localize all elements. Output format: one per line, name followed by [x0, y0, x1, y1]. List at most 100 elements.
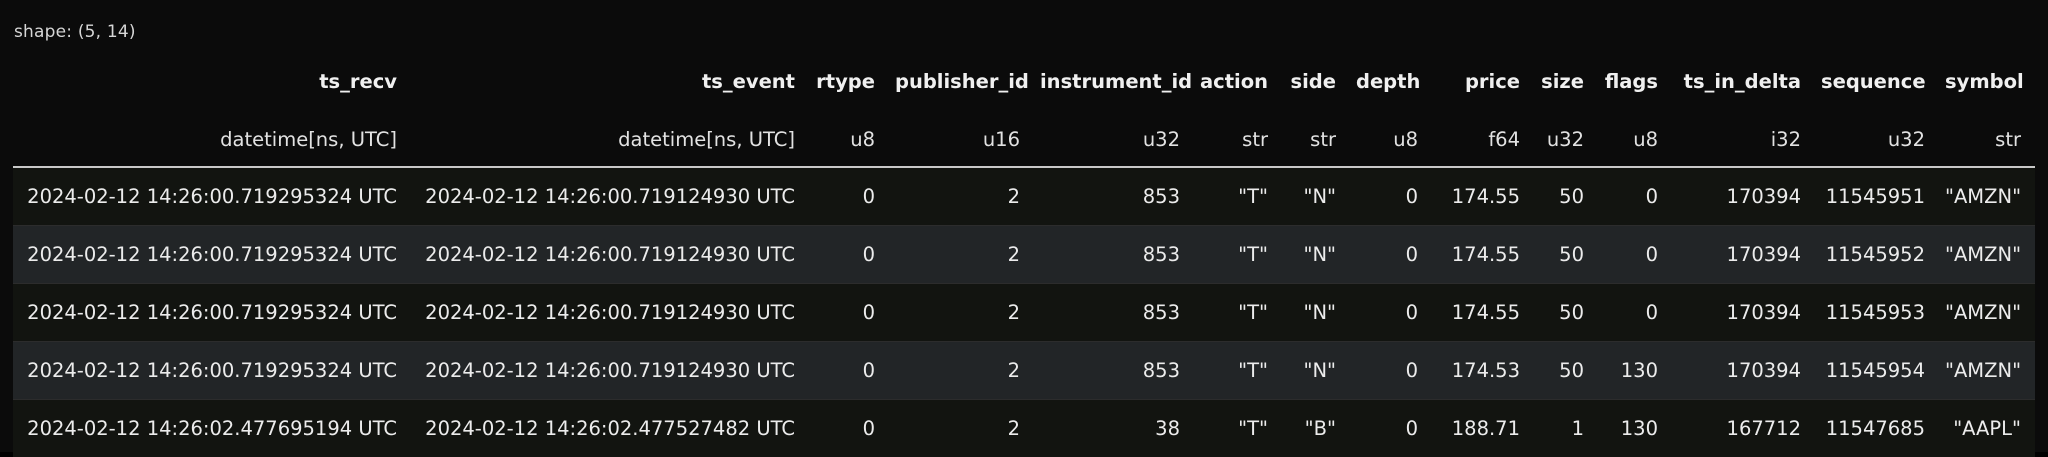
- column-dtype-flags: u8: [1598, 112, 1672, 167]
- cell-side: "N": [1282, 226, 1350, 284]
- cell-depth: 0: [1350, 284, 1432, 342]
- cell-ts-event: 2024-02-12 14:26:00.719124930 UTC: [411, 167, 809, 226]
- cell-side: "N": [1282, 167, 1350, 226]
- cell-ts-event: 2024-02-12 14:26:00.719124930 UTC: [411, 226, 809, 284]
- column-dtype-publisher-id: u16: [889, 112, 1034, 167]
- cell-ts-recv: 2024-02-12 14:26:00.719295324 UTC: [13, 342, 411, 400]
- cell-ts-recv: 2024-02-12 14:26:00.719295324 UTC: [13, 284, 411, 342]
- column-header-flags: flags: [1598, 50, 1672, 112]
- cell-sequence: 11545954: [1815, 342, 1939, 400]
- cell-instrument-id: 853: [1034, 167, 1194, 226]
- cell-ts-event: 2024-02-12 14:26:00.719124930 UTC: [411, 342, 809, 400]
- column-header-side: side: [1282, 50, 1350, 112]
- column-name-row: ts_recv ts_event rtype publisher_id inst…: [13, 50, 2035, 112]
- cell-depth: 0: [1350, 400, 1432, 457]
- cell-symbol: "AMZN": [1939, 167, 2035, 226]
- cell-instrument-id: 38: [1034, 400, 1194, 457]
- column-header-sequence: sequence: [1815, 50, 1939, 112]
- cell-size: 50: [1534, 226, 1598, 284]
- cell-flags: 0: [1598, 226, 1672, 284]
- cell-symbol: "AMZN": [1939, 226, 2035, 284]
- cell-rtype: 0: [809, 226, 889, 284]
- column-header-rtype: rtype: [809, 50, 889, 112]
- table-row: 2024-02-12 14:26:00.719295324 UTC 2024-0…: [13, 342, 2035, 400]
- column-dtype-depth: u8: [1350, 112, 1432, 167]
- cell-instrument-id: 853: [1034, 342, 1194, 400]
- cell-price: 174.55: [1432, 226, 1534, 284]
- cell-action: "T": [1194, 284, 1282, 342]
- cell-side: "N": [1282, 342, 1350, 400]
- column-dtype-row: datetime[ns, UTC] datetime[ns, UTC] u8 u…: [13, 112, 2035, 167]
- table-row: 2024-02-12 14:26:02.477695194 UTC 2024-0…: [13, 400, 2035, 457]
- cell-action: "T": [1194, 226, 1282, 284]
- column-dtype-ts-event: datetime[ns, UTC]: [411, 112, 809, 167]
- table-row: 2024-02-12 14:26:00.719295324 UTC 2024-0…: [13, 226, 2035, 284]
- cell-instrument-id: 853: [1034, 226, 1194, 284]
- column-dtype-price: f64: [1432, 112, 1534, 167]
- cell-ts-in-delta: 170394: [1672, 226, 1815, 284]
- cell-side: "N": [1282, 284, 1350, 342]
- cell-action: "T": [1194, 167, 1282, 226]
- cell-symbol: "AMZN": [1939, 284, 2035, 342]
- cell-ts-recv: 2024-02-12 14:26:00.719295324 UTC: [13, 226, 411, 284]
- cell-rtype: 0: [809, 284, 889, 342]
- notebook-cell-output: shape: (5, 14) ts_recv ts_event rtype pu…: [0, 0, 2048, 452]
- column-header-publisher-id: publisher_id: [889, 50, 1034, 112]
- cell-rtype: 0: [809, 342, 889, 400]
- cell-ts-in-delta: 170394: [1672, 284, 1815, 342]
- cell-sequence: 11545951: [1815, 167, 1939, 226]
- column-dtype-sequence: u32: [1815, 112, 1939, 167]
- cell-rtype: 0: [809, 400, 889, 457]
- column-header-ts-in-delta: ts_in_delta: [1672, 50, 1815, 112]
- column-header-symbol: symbol: [1939, 50, 2035, 112]
- column-header-depth: depth: [1350, 50, 1432, 112]
- table-row: 2024-02-12 14:26:00.719295324 UTC 2024-0…: [13, 167, 2035, 226]
- cell-depth: 0: [1350, 226, 1432, 284]
- cell-publisher-id: 2: [889, 167, 1034, 226]
- column-dtype-size: u32: [1534, 112, 1598, 167]
- cell-publisher-id: 2: [889, 284, 1034, 342]
- column-header-action: action: [1194, 50, 1282, 112]
- cell-flags: 0: [1598, 167, 1672, 226]
- cell-depth: 0: [1350, 342, 1432, 400]
- column-header-ts-recv: ts_recv: [13, 50, 411, 112]
- cell-rtype: 0: [809, 167, 889, 226]
- cell-depth: 0: [1350, 167, 1432, 226]
- cell-flags: 130: [1598, 400, 1672, 457]
- cell-publisher-id: 2: [889, 342, 1034, 400]
- cell-sequence: 11547685: [1815, 400, 1939, 457]
- column-header-size: size: [1534, 50, 1598, 112]
- column-dtype-side: str: [1282, 112, 1350, 167]
- cell-publisher-id: 2: [889, 400, 1034, 457]
- cell-price: 174.55: [1432, 167, 1534, 226]
- cell-ts-event: 2024-02-12 14:26:00.719124930 UTC: [411, 284, 809, 342]
- cell-sequence: 11545953: [1815, 284, 1939, 342]
- cell-symbol: "AMZN": [1939, 342, 2035, 400]
- cell-publisher-id: 2: [889, 226, 1034, 284]
- cell-size: 50: [1534, 284, 1598, 342]
- column-dtype-rtype: u8: [809, 112, 889, 167]
- cell-size: 1: [1534, 400, 1598, 457]
- cell-action: "T": [1194, 342, 1282, 400]
- cell-size: 50: [1534, 342, 1598, 400]
- cell-price: 174.55: [1432, 284, 1534, 342]
- dataframe-shape-label: shape: (5, 14): [14, 22, 136, 42]
- column-dtype-instrument-id: u32: [1034, 112, 1194, 167]
- column-header-ts-event: ts_event: [411, 50, 809, 112]
- cell-flags: 0: [1598, 284, 1672, 342]
- cell-ts-in-delta: 170394: [1672, 167, 1815, 226]
- cell-symbol: "AAPL": [1939, 400, 2035, 457]
- cell-ts-event: 2024-02-12 14:26:02.477527482 UTC: [411, 400, 809, 457]
- cell-size: 50: [1534, 167, 1598, 226]
- column-dtype-symbol: str: [1939, 112, 2035, 167]
- cell-price: 188.71: [1432, 400, 1534, 457]
- cell-side: "B": [1282, 400, 1350, 457]
- cell-ts-recv: 2024-02-12 14:26:02.477695194 UTC: [13, 400, 411, 457]
- cell-flags: 130: [1598, 342, 1672, 400]
- column-dtype-ts-in-delta: i32: [1672, 112, 1815, 167]
- cell-ts-recv: 2024-02-12 14:26:00.719295324 UTC: [13, 167, 411, 226]
- cell-instrument-id: 853: [1034, 284, 1194, 342]
- cell-sequence: 11545952: [1815, 226, 1939, 284]
- cell-ts-in-delta: 170394: [1672, 342, 1815, 400]
- column-header-price: price: [1432, 50, 1534, 112]
